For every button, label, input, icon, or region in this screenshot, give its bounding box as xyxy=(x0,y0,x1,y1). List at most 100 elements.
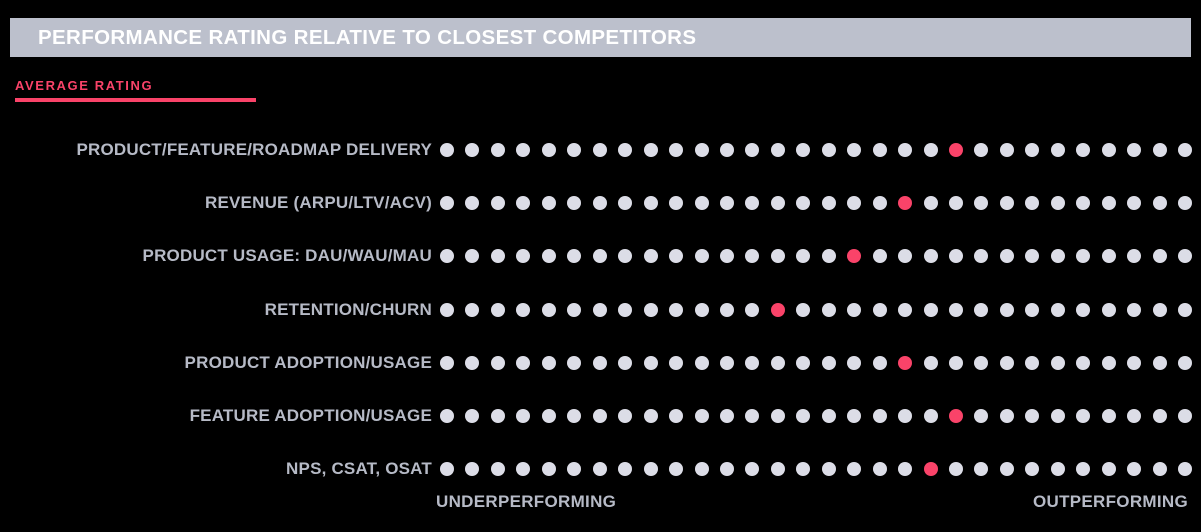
rating-marker-active[interactable] xyxy=(949,142,963,157)
rating-dot[interactable] xyxy=(999,355,1014,370)
rating-dot[interactable] xyxy=(719,249,734,264)
rating-dot[interactable] xyxy=(745,195,760,210)
rating-dot[interactable] xyxy=(516,302,531,317)
rating-dot[interactable] xyxy=(847,462,862,477)
rating-dot[interactable] xyxy=(796,249,811,264)
rating-marker-active[interactable] xyxy=(898,195,913,210)
rating-dot[interactable] xyxy=(440,195,454,210)
rating-dot[interactable] xyxy=(694,142,709,157)
rating-dot[interactable] xyxy=(694,195,709,210)
rating-dot[interactable] xyxy=(541,409,556,424)
rating-dot[interactable] xyxy=(745,249,760,264)
rating-dot[interactable] xyxy=(999,249,1014,264)
rating-dot[interactable] xyxy=(592,355,607,370)
rating-dot[interactable] xyxy=(516,409,531,424)
rating-dot[interactable] xyxy=(898,249,913,264)
rating-dot[interactable] xyxy=(1152,462,1167,477)
rating-dot[interactable] xyxy=(974,195,989,210)
rating-dot[interactable] xyxy=(465,302,480,317)
rating-dot[interactable] xyxy=(872,355,887,370)
rating-dot[interactable] xyxy=(719,195,734,210)
rating-dot[interactable] xyxy=(847,302,862,317)
rating-marker-active[interactable] xyxy=(949,409,963,424)
rating-dot[interactable] xyxy=(745,302,760,317)
rating-dot[interactable] xyxy=(440,249,454,264)
rating-dot[interactable] xyxy=(618,302,633,317)
rating-dot[interactable] xyxy=(1050,249,1065,264)
rating-dot[interactable] xyxy=(1050,409,1065,424)
rating-dot[interactable] xyxy=(567,249,582,264)
rating-dot[interactable] xyxy=(1152,355,1167,370)
rating-dot[interactable] xyxy=(516,355,531,370)
rating-dot[interactable] xyxy=(745,409,760,424)
rating-dot[interactable] xyxy=(1101,195,1116,210)
rating-dot[interactable] xyxy=(618,142,633,157)
rating-dot[interactable] xyxy=(872,142,887,157)
rating-dot[interactable] xyxy=(872,249,887,264)
rating-dot[interactable] xyxy=(770,249,785,264)
rating-dot[interactable] xyxy=(592,142,607,157)
rating-dot[interactable] xyxy=(719,142,734,157)
rating-dot[interactable] xyxy=(923,355,938,370)
rating-dot[interactable] xyxy=(923,409,938,424)
rating-dot[interactable] xyxy=(1025,409,1040,424)
rating-marker-active[interactable] xyxy=(898,355,913,370)
rating-dot[interactable] xyxy=(1050,195,1065,210)
rating-dot[interactable] xyxy=(694,462,709,477)
rating-dot[interactable] xyxy=(898,462,913,477)
rating-dot[interactable] xyxy=(567,302,582,317)
rating-dot[interactable] xyxy=(745,355,760,370)
rating-dot[interactable] xyxy=(567,195,582,210)
rating-dot[interactable] xyxy=(796,409,811,424)
rating-dot[interactable] xyxy=(1101,249,1116,264)
rating-dot[interactable] xyxy=(490,142,505,157)
rating-dot[interactable] xyxy=(821,195,836,210)
rating-dot[interactable] xyxy=(694,409,709,424)
rating-dot[interactable] xyxy=(440,355,454,370)
rating-dot[interactable] xyxy=(1025,142,1040,157)
rating-dot[interactable] xyxy=(1127,142,1142,157)
rating-dot[interactable] xyxy=(719,462,734,477)
rating-dot[interactable] xyxy=(541,302,556,317)
rating-dot[interactable] xyxy=(592,249,607,264)
rating-dot[interactable] xyxy=(847,142,862,157)
rating-dot[interactable] xyxy=(821,302,836,317)
rating-dot[interactable] xyxy=(694,249,709,264)
rating-dot[interactable] xyxy=(847,355,862,370)
rating-dot[interactable] xyxy=(1076,462,1091,477)
rating-dot[interactable] xyxy=(872,195,887,210)
rating-dot[interactable] xyxy=(618,249,633,264)
rating-dot[interactable] xyxy=(1101,355,1116,370)
rating-dot[interactable] xyxy=(719,302,734,317)
rating-dot[interactable] xyxy=(1025,249,1040,264)
rating-dot[interactable] xyxy=(1025,302,1040,317)
rating-dot[interactable] xyxy=(490,462,505,477)
rating-dot[interactable] xyxy=(1127,409,1142,424)
rating-dot[interactable] xyxy=(847,409,862,424)
rating-dot[interactable] xyxy=(872,409,887,424)
rating-dot[interactable] xyxy=(490,409,505,424)
rating-marker-active[interactable] xyxy=(847,249,862,264)
rating-dot[interactable] xyxy=(541,142,556,157)
rating-dot[interactable] xyxy=(974,462,989,477)
rating-dot[interactable] xyxy=(643,302,658,317)
rating-dot[interactable] xyxy=(821,249,836,264)
rating-dot[interactable] xyxy=(1050,302,1065,317)
rating-dot[interactable] xyxy=(898,409,913,424)
rating-dot[interactable] xyxy=(465,142,480,157)
rating-dot[interactable] xyxy=(643,142,658,157)
rating-dot[interactable] xyxy=(923,249,938,264)
rating-dot[interactable] xyxy=(1076,409,1091,424)
rating-dot[interactable] xyxy=(516,462,531,477)
rating-dot[interactable] xyxy=(974,302,989,317)
rating-dot[interactable] xyxy=(643,409,658,424)
rating-dot[interactable] xyxy=(898,142,913,157)
rating-dot[interactable] xyxy=(1101,142,1116,157)
rating-dot[interactable] xyxy=(669,302,684,317)
rating-dot[interactable] xyxy=(669,409,684,424)
rating-dot[interactable] xyxy=(898,302,913,317)
rating-dot[interactable] xyxy=(567,355,582,370)
rating-dot[interactable] xyxy=(1178,142,1193,157)
rating-marker-active[interactable] xyxy=(923,462,938,477)
rating-dot[interactable] xyxy=(618,409,633,424)
